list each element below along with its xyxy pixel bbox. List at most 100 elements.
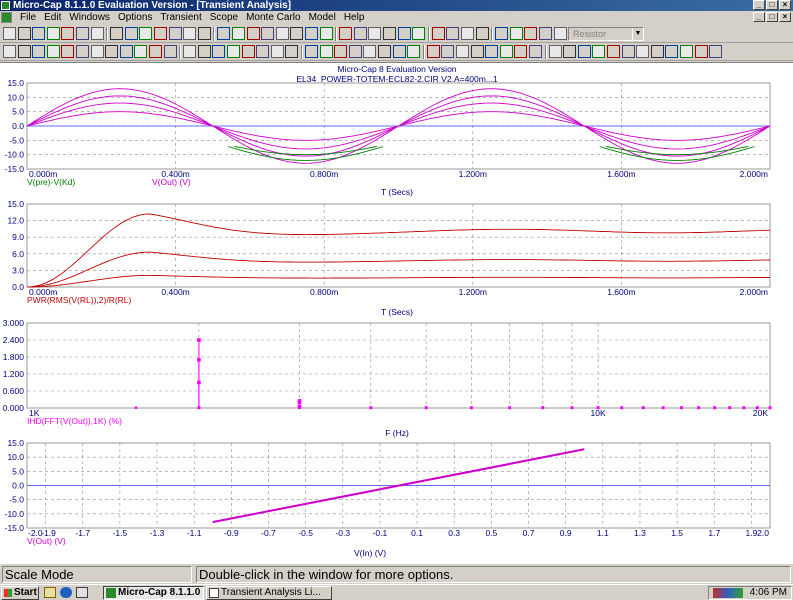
fall-icon[interactable] <box>426 45 440 58</box>
cursor-icon[interactable] <box>305 45 318 58</box>
calc-icon[interactable] <box>368 27 382 40</box>
wave6-icon[interactable] <box>548 45 562 58</box>
paste-icon[interactable] <box>154 27 167 40</box>
run-icon[interactable] <box>119 45 133 58</box>
task-transient-list[interactable]: Transient Analysis Li... <box>206 586 332 600</box>
task-micro-cap[interactable]: Micro-Cap 8.1.1.0 ... <box>103 586 204 600</box>
wave2-icon[interactable] <box>485 45 499 58</box>
minimize-button[interactable]: _ <box>753 0 765 10</box>
component-combo[interactable]: Resistor ▼ <box>568 27 644 41</box>
valley-icon[interactable] <box>76 45 89 58</box>
tray-icons[interactable] <box>713 588 743 598</box>
rise-icon[interactable] <box>407 45 421 58</box>
find-icon[interactable] <box>275 27 289 40</box>
scale-icon[interactable] <box>539 27 552 40</box>
slope-icon[interactable] <box>105 45 119 58</box>
wave9-icon[interactable] <box>592 45 606 58</box>
tag-icon[interactable] <box>621 45 635 58</box>
step-icon[interactable] <box>197 27 211 40</box>
pan-icon[interactable] <box>694 45 708 58</box>
low-icon[interactable] <box>392 45 406 58</box>
wave4-icon[interactable] <box>514 45 528 58</box>
undo-icon[interactable] <box>110 27 124 40</box>
redo-icon[interactable] <box>124 27 138 40</box>
doc-restore-button[interactable]: □ <box>766 12 778 22</box>
menu-windows[interactable]: Windows <box>65 11 114 24</box>
save-all-icon[interactable] <box>46 27 60 40</box>
text-icon[interactable] <box>246 27 260 40</box>
cascade-icon[interactable] <box>446 27 460 40</box>
internet-explorer-icon[interactable] <box>60 587 72 598</box>
maximize-button[interactable]: □ <box>766 0 778 10</box>
outlook-icon[interactable] <box>76 587 88 598</box>
text-icon[interactable] <box>90 45 104 58</box>
pause-icon[interactable] <box>149 45 162 58</box>
wave7-icon[interactable] <box>563 45 577 58</box>
refresh-icon[interactable] <box>553 27 567 40</box>
menu-options[interactable]: Options <box>114 11 156 24</box>
legend-vout[interactable]: V(Out) (V) <box>152 177 191 187</box>
doc-close-button[interactable]: × <box>779 12 791 22</box>
stack-icon[interactable] <box>290 27 304 40</box>
wave1-icon[interactable] <box>470 45 484 58</box>
g-icon[interactable] <box>397 27 411 40</box>
window4-icon[interactable] <box>353 27 367 40</box>
new-icon[interactable] <box>3 27 16 40</box>
grid-icon[interactable] <box>197 45 211 58</box>
zoom-out-icon[interactable] <box>665 45 679 58</box>
waveform-icon[interactable] <box>412 27 426 40</box>
panel1-icon[interactable] <box>227 45 240 58</box>
min-icon[interactable] <box>319 45 333 58</box>
close-button[interactable]: × <box>779 0 791 10</box>
menu-help[interactable]: Help <box>340 11 369 24</box>
zoom-icon[interactable] <box>509 27 523 40</box>
wave10-icon[interactable] <box>607 45 620 58</box>
point-icon[interactable] <box>17 45 31 58</box>
plot-canvas[interactable]: Micro-Cap 8 Evaluation Version EL34_POWE… <box>0 63 793 565</box>
doc-minimize-button[interactable]: _ <box>753 12 765 22</box>
wave5-icon[interactable] <box>529 45 542 58</box>
show-desktop-icon[interactable] <box>44 587 56 598</box>
font-icon[interactable] <box>709 45 723 58</box>
help-icon[interactable] <box>495 27 509 40</box>
menu-transient[interactable]: Transient <box>156 11 205 24</box>
high-icon[interactable] <box>378 45 391 58</box>
open-icon[interactable] <box>17 27 31 40</box>
panel-transient-voltage[interactable]: 15.010.05.00.0-5.0-10.0-15.0 0.000m 0.400m… <box>5 78 771 197</box>
panel2-icon[interactable] <box>241 45 255 58</box>
panel3-icon[interactable] <box>256 45 270 58</box>
panel-transfer[interactable]: 15.010.05.00.0-5.0-10.0-15.0 -2.0-1.9 -1.7… <box>5 438 771 558</box>
go-right-icon[interactable] <box>456 45 469 58</box>
arrow-icon[interactable] <box>183 45 197 58</box>
go-left-icon[interactable] <box>441 45 455 58</box>
chevron-down-icon[interactable]: ▼ <box>632 28 643 40</box>
window1-icon[interactable] <box>305 27 318 40</box>
cross-icon[interactable] <box>363 45 377 58</box>
plot-area[interactable]: Micro-Cap 8 Evaluation Version EL34_POWE… <box>0 62 793 564</box>
print-icon[interactable] <box>61 27 75 40</box>
legend-transfer[interactable]: V(Out) (V) <box>27 536 66 546</box>
peak-icon[interactable] <box>61 45 75 58</box>
legend-ihd[interactable]: IHD(FFT(V(Out)),1K) (%) <box>27 416 122 426</box>
tile-icon[interactable] <box>431 27 445 40</box>
panel-power[interactable]: 15.012.09.06.03.00.0 0.000m 0.400m 0.800m 1.… <box>7 199 771 317</box>
document-icon[interactable] <box>1 12 12 23</box>
legend-vpre[interactable]: V(pre)-V(Kd) <box>27 177 75 187</box>
marker-icon[interactable] <box>636 45 650 58</box>
delete-icon[interactable] <box>168 27 182 40</box>
menu-monte-carlo[interactable]: Monte Carlo <box>242 11 304 24</box>
wave8-icon[interactable] <box>577 45 591 58</box>
display-icon[interactable] <box>475 27 489 40</box>
info-icon[interactable] <box>524 27 538 40</box>
component-icon[interactable] <box>232 27 245 40</box>
line-icon[interactable] <box>163 45 177 58</box>
zoom-in-icon[interactable] <box>650 45 664 58</box>
menu-model[interactable]: Model <box>305 11 340 24</box>
app-icon[interactable] <box>1 1 10 10</box>
p-icon[interactable] <box>383 27 396 40</box>
table-icon[interactable] <box>212 45 226 58</box>
window2-icon[interactable] <box>319 27 333 40</box>
start-button[interactable]: Start <box>1 586 39 600</box>
panel-ihd[interactable]: 3.0002.4001.8001.2000.6000.000 1K 10K 20KIH… <box>3 318 772 438</box>
select-icon[interactable] <box>3 45 16 58</box>
